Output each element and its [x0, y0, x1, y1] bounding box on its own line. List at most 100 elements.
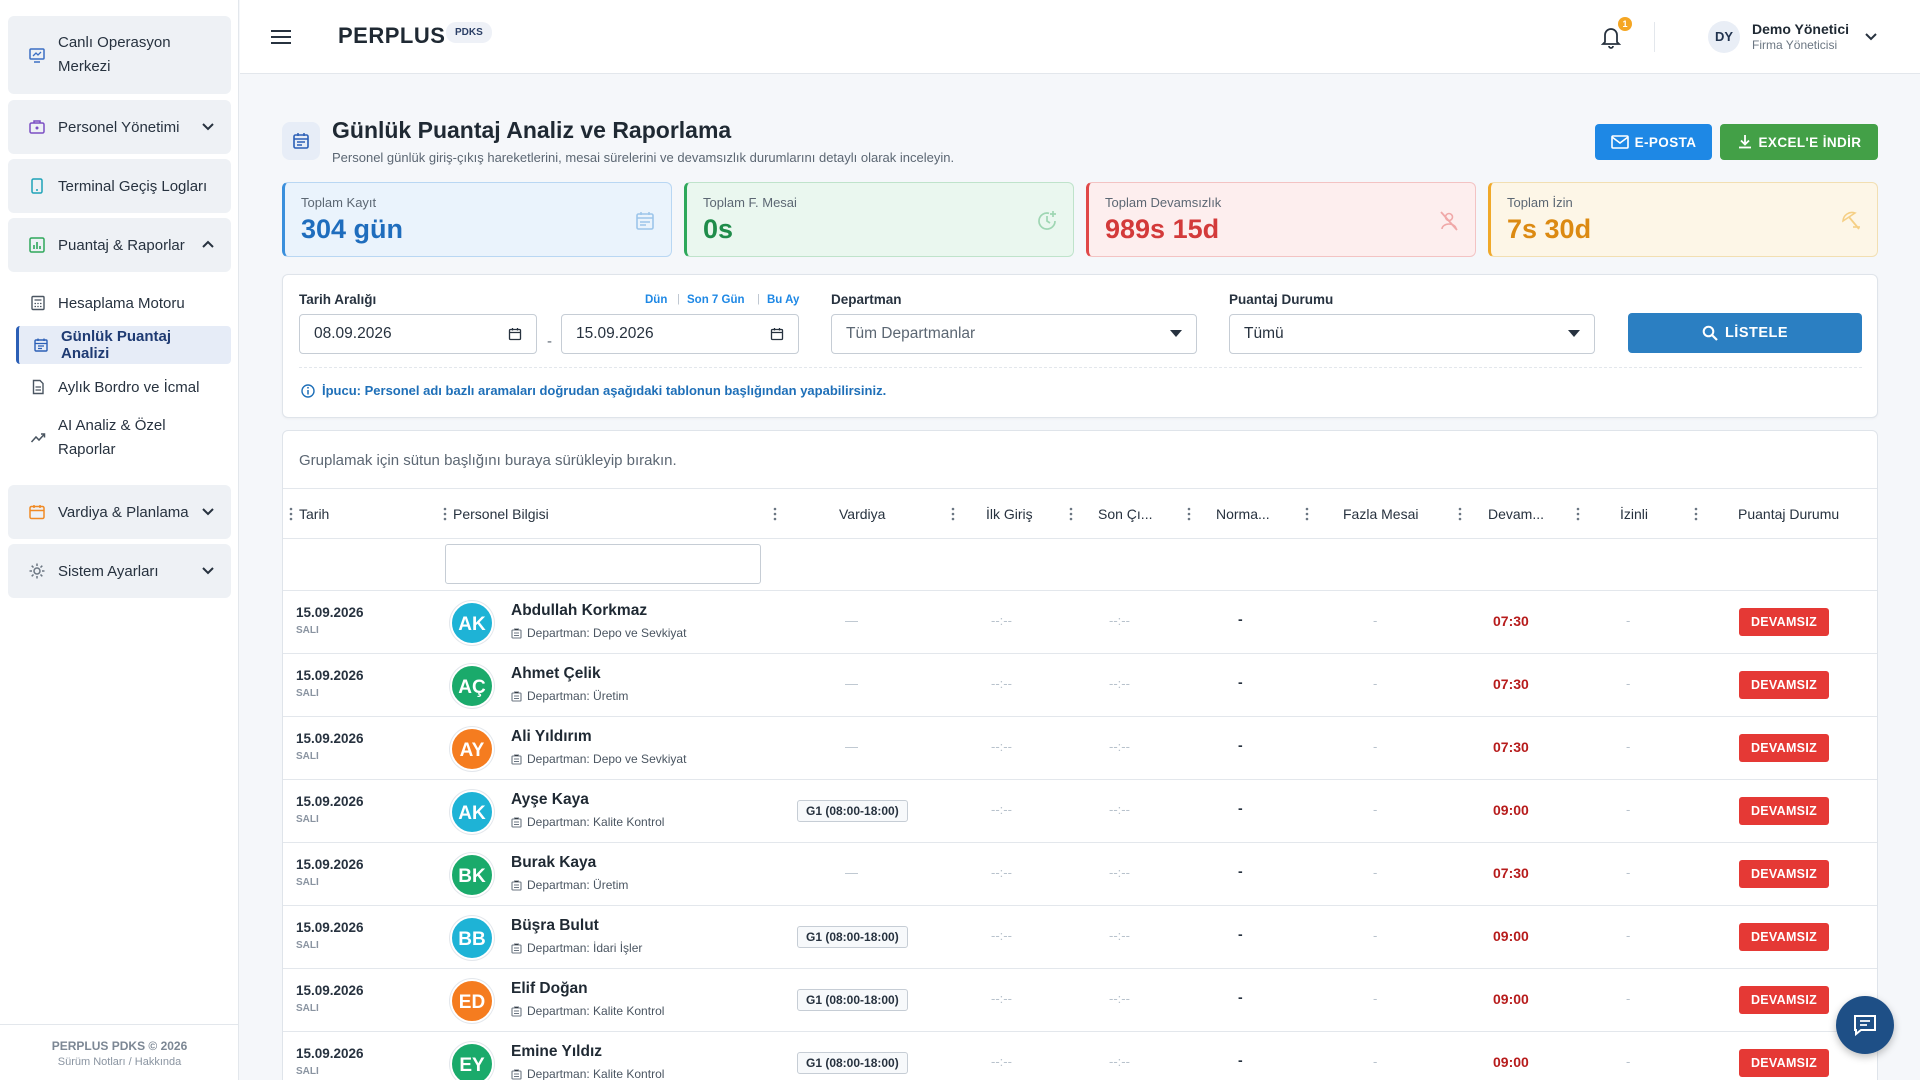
email-button[interactable]: E-POSTA	[1595, 124, 1712, 160]
stat-total-overtime: Toplam F. Mesai 0s	[684, 182, 1074, 257]
col-normal[interactable]: Norma...	[1216, 489, 1270, 539]
column-handle-icon[interactable]	[1069, 507, 1073, 521]
user-avatar[interactable]: DY	[1708, 21, 1740, 53]
absence-time: 09:00	[1493, 802, 1529, 818]
table-row[interactable]: 15.09.2026 SALI AK Abdullah Korkmaz Departma…	[283, 591, 1877, 654]
col-status[interactable]: Puantaj Durumu	[1738, 489, 1839, 539]
column-handle-icon[interactable]	[289, 507, 293, 521]
nav-reports[interactable]: Puantaj & Raporlar	[8, 218, 231, 272]
nav-monthly-payroll-label: Aylık Bordro ve İcmal	[58, 378, 200, 396]
table-row[interactable]: 15.09.2026 SALI AY Ali Yıldırım Departman: D…	[283, 717, 1877, 780]
calendar-icon[interactable]	[770, 327, 784, 341]
calendar-icon[interactable]	[508, 327, 522, 341]
department-text: Departman: Kalite Kontrol	[527, 1067, 665, 1080]
page-calendar-icon	[282, 122, 320, 160]
leave: -	[1626, 802, 1631, 817]
table-row[interactable]: 15.09.2026 SALI ED Elif Doğan Departman: Kal…	[283, 969, 1877, 1032]
nav-personnel[interactable]: Personel Yönetimi	[8, 100, 231, 154]
chevron-down-icon[interactable]	[1862, 28, 1880, 46]
table-row[interactable]: 15.09.2026 SALI AK Ayşe Kaya Departman: Kali…	[283, 780, 1877, 843]
column-handle-icon[interactable]	[1576, 507, 1580, 521]
user-name[interactable]: Demo Yönetici	[1752, 21, 1849, 37]
last-out: --:--	[1109, 739, 1130, 754]
date-from-input[interactable]: 08.09.2026	[299, 314, 537, 354]
personnel-name[interactable]: Ali Yıldırım	[511, 728, 592, 746]
stat-label: Toplam Devamsızlık	[1105, 195, 1222, 210]
table-row[interactable]: 15.09.2026 SALI BB Büşra Bulut Departman: İd…	[283, 906, 1877, 969]
column-handle-icon[interactable]	[773, 507, 777, 521]
nav-terminal-logs[interactable]: Terminal Geçiş Logları	[8, 159, 231, 213]
personnel-name[interactable]: Ahmet Çelik	[511, 665, 601, 683]
department-text: Departman: Depo ve Sevkiyat	[527, 626, 687, 640]
personnel-name[interactable]: Burak Kaya	[511, 854, 596, 872]
first-in: --:--	[991, 928, 1012, 943]
stat-value: 304 gün	[301, 214, 404, 244]
stat-label: Toplam Kayıt	[301, 195, 377, 210]
personnel-name[interactable]: Abdullah Korkmaz	[511, 602, 647, 620]
menu-icon[interactable]	[270, 27, 292, 47]
notification-bell-icon[interactable]	[1600, 25, 1622, 49]
excel-download-button[interactable]: EXCEL'E İNDİR	[1720, 124, 1878, 160]
column-handle-icon[interactable]	[1694, 507, 1698, 521]
col-first-in[interactable]: İlk Giriş	[986, 489, 1033, 539]
quick-yesterday[interactable]: Dün	[645, 294, 667, 306]
absence-time: 07:30	[1493, 676, 1529, 692]
first-in: --:--	[991, 802, 1012, 817]
personnel-name[interactable]: Emine Yıldız	[511, 1043, 602, 1061]
hint-label: İpucu: Personel adı bazlı aramaları doğr…	[322, 383, 887, 398]
group-panel[interactable]: Gruplamak için sütun başlığını buraya sü…	[283, 431, 1877, 489]
personnel-name[interactable]: Büşra Bulut	[511, 917, 599, 935]
brand-logo[interactable]: PERPLUS	[338, 23, 445, 49]
table-row[interactable]: 15.09.2026 SALI EY Emine Yıldız Departman: K…	[283, 1032, 1877, 1080]
row-date: 15.09.2026	[296, 1046, 364, 1061]
row-date: 15.09.2026	[296, 920, 364, 935]
col-last-out[interactable]: Son Çı...	[1098, 489, 1152, 539]
personnel-name[interactable]: Ayşe Kaya	[511, 791, 589, 809]
date-to-value: 15.09.2026	[576, 325, 654, 342]
col-absent[interactable]: Devam...	[1488, 489, 1544, 539]
col-date[interactable]: Tarih	[299, 489, 329, 539]
nav-system-settings[interactable]: Sistem Ayarları	[8, 544, 231, 598]
nav-live-operations[interactable]: Canlı Operasyon Merkezi	[8, 16, 231, 94]
brand-badge: PDKS	[446, 22, 492, 43]
quick-last-7-days[interactable]: Son 7 Gün	[687, 294, 745, 306]
column-handle-icon[interactable]	[1187, 507, 1191, 521]
chart-icon	[29, 237, 45, 253]
table-row[interactable]: 15.09.2026 SALI AÇ Ahmet Çelik Departman: Ür…	[283, 654, 1877, 717]
list-button[interactable]: LİSTELE	[1628, 313, 1862, 353]
col-personnel[interactable]: Personel Bilgisi	[453, 489, 549, 539]
nav-monthly-payroll[interactable]: Aylık Bordro ve İcmal	[16, 370, 231, 404]
department-text: Departman: Depo ve Sevkiyat	[527, 752, 687, 766]
nav-shift-planning[interactable]: Vardiya & Planlama	[8, 485, 231, 539]
status-select[interactable]: Tümü	[1229, 314, 1595, 354]
column-handle-icon[interactable]	[443, 507, 447, 521]
personnel-search-input[interactable]	[445, 544, 761, 584]
table-row[interactable]: 15.09.2026 SALI BK Burak Kaya Departman: Üre…	[283, 843, 1877, 906]
info-icon	[301, 383, 315, 398]
chat-button[interactable]	[1836, 996, 1894, 1054]
nav-daily-attendance[interactable]: Günlük Puantaj Analizi	[16, 326, 231, 364]
status-badge: DEVAMSIZ	[1739, 797, 1829, 825]
document-icon	[32, 379, 44, 395]
personnel-name[interactable]: Elif Doğan	[511, 980, 588, 998]
column-handle-icon[interactable]	[1458, 507, 1462, 521]
shift-empty: —	[845, 739, 858, 754]
nav-ai-analysis[interactable]: AI Analiz & Özel Raporlar	[16, 412, 231, 464]
department-select[interactable]: Tüm Departmanlar	[831, 314, 1197, 354]
col-overtime[interactable]: Fazla Mesai	[1343, 489, 1418, 539]
release-notes-link[interactable]: Sürüm Notları / Hakkında	[0, 1056, 239, 1068]
quick-this-month[interactable]: Bu Ay	[767, 294, 799, 306]
column-handle-icon[interactable]	[1305, 507, 1309, 521]
absence-time: 07:30	[1493, 613, 1529, 629]
caret-down-icon	[1568, 330, 1580, 337]
calendar-edit-icon	[29, 505, 45, 520]
nav-calculation-engine[interactable]: Hesaplama Motoru	[16, 286, 231, 320]
col-shift[interactable]: Vardiya	[839, 489, 885, 539]
absence-time: 09:00	[1493, 1054, 1529, 1070]
col-leave[interactable]: İzinli	[1620, 489, 1648, 539]
building-icon	[511, 817, 522, 828]
leave: -	[1626, 1054, 1631, 1069]
mail-icon	[1610, 135, 1629, 149]
date-to-input[interactable]: 15.09.2026	[561, 314, 799, 354]
column-handle-icon[interactable]	[951, 507, 955, 521]
